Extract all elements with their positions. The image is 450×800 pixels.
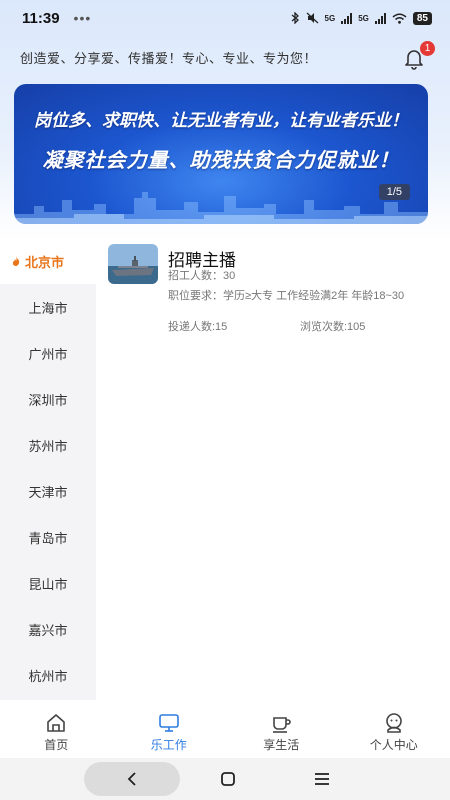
notification-badge: 1 [420,41,435,56]
network-type-1: 5G [324,13,336,23]
job-title: 招聘主播 [168,251,236,270]
job-thumbnail-image [108,244,158,284]
sidebar-item-label: 深圳市 [28,392,68,408]
bluetooth-icon [291,12,299,24]
network-type-2: 5G [358,13,369,23]
coffee-cup-icon [273,717,292,733]
sidebar-item-guangzhou[interactable]: 广州市 [0,330,96,376]
sidebar-item-label: 昆山市 [28,576,68,592]
job-headcount: 招工人数：30 [168,270,236,282]
tab-label: 个人中心 [369,738,418,752]
status-more-dots: ••• [73,10,92,26]
tab-label: 享生活 [263,738,300,752]
sidebar-item-label: 北京市 [25,254,65,270]
bottom-tab-bar: 首页 乐工作 享生活 个人中心 [0,712,450,758]
sidebar-item-label: 苏州市 [28,438,68,454]
status-time: 11:39 [22,9,60,27]
sidebar-item-label: 嘉兴市 [28,622,68,638]
job-metrics: 投递人数:15 浏览次数:105 [168,318,438,334]
sidebar-item-kunshan[interactable]: 昆山市 [0,560,96,606]
city-sidebar: 北京市 上海市 广州市 深圳市 苏州市 天津市 青岛市 昆山市 嘉兴市 杭州市 [0,238,96,700]
sidebar-item-label: 广州市 [28,346,68,362]
nav-back-button[interactable] [84,762,180,796]
home-icon [47,714,66,732]
sidebar-item-suzhou[interactable]: 苏州市 [0,422,96,468]
sidebar-item-shanghai[interactable]: 上海市 [0,284,96,330]
sidebar-item-shenzhen[interactable]: 深圳市 [0,376,96,422]
tab-label: 乐工作 [150,738,187,752]
nav-recents-button[interactable] [274,762,370,796]
sidebar-item-label: 杭州市 [28,668,68,684]
status-icons: 5G 5G 85 [291,11,432,25]
tab-life[interactable]: 享生活 [225,712,338,758]
sidebar-item-tianjin[interactable]: 天津市 [0,468,96,514]
banner-page-indicator: 1/5 [378,184,410,200]
back-arrow-icon [127,772,136,786]
battery-indicator: 85 [412,11,432,25]
tab-home[interactable]: 首页 [0,712,113,758]
tab-work[interactable]: 乐工作 [113,712,226,758]
nav-home-button[interactable] [180,762,276,796]
flame-icon [12,256,20,266]
menu-icon [315,773,329,785]
home-square-icon [221,772,235,786]
status-bar: 11:39 ••• 5G 5G 85 [0,0,450,36]
signal-icon [374,12,386,24]
banner-slogan-line-1: 岗位多、求职快、让无业者有业，让有业者乐业！ [34,111,408,130]
job-list-item[interactable]: 招聘主播 招工人数：30 职位要求：学历≥大专 工作经验满2年 年龄18~30 … [108,244,438,340]
city-skyline-graphic [14,192,428,224]
system-nav-bar [0,758,450,800]
sidebar-item-label: 青岛市 [28,530,68,546]
app-slogan: 创造爱、分享爱、传播爱！专心、专业、专为您！ [20,51,318,66]
job-requirements: 职位要求：学历≥大专 工作经验满2年 年龄18~30 [168,290,405,302]
profile-icon [385,713,402,733]
sidebar-item-hangzhou[interactable]: 杭州市 [0,652,96,698]
tab-label: 首页 [44,738,69,752]
tab-profile[interactable]: 个人中心 [338,712,450,758]
sidebar-item-beijing[interactable]: 北京市 [0,238,96,284]
promo-banner[interactable]: 岗位多、求职快、让无业者有业，让有业者乐业！ 凝聚社会力量、助残扶贫合力促就业！… [14,84,428,224]
wifi-icon [392,13,407,24]
sidebar-item-label: 天津市 [28,484,68,500]
sidebar-item-qingdao[interactable]: 青岛市 [0,514,96,560]
job-views: 浏览次数:105 [300,321,366,333]
banner-slogan-line-2: 凝聚社会力量、助残扶贫合力促就业！ [42,150,400,172]
mute-icon [306,12,318,24]
sidebar-item-jiaxing[interactable]: 嘉兴市 [0,606,96,652]
sidebar-item-label: 上海市 [28,300,68,316]
monitor-icon [158,714,179,732]
signal-icon [341,12,353,24]
job-applicants: 投递人数:15 [168,321,228,333]
